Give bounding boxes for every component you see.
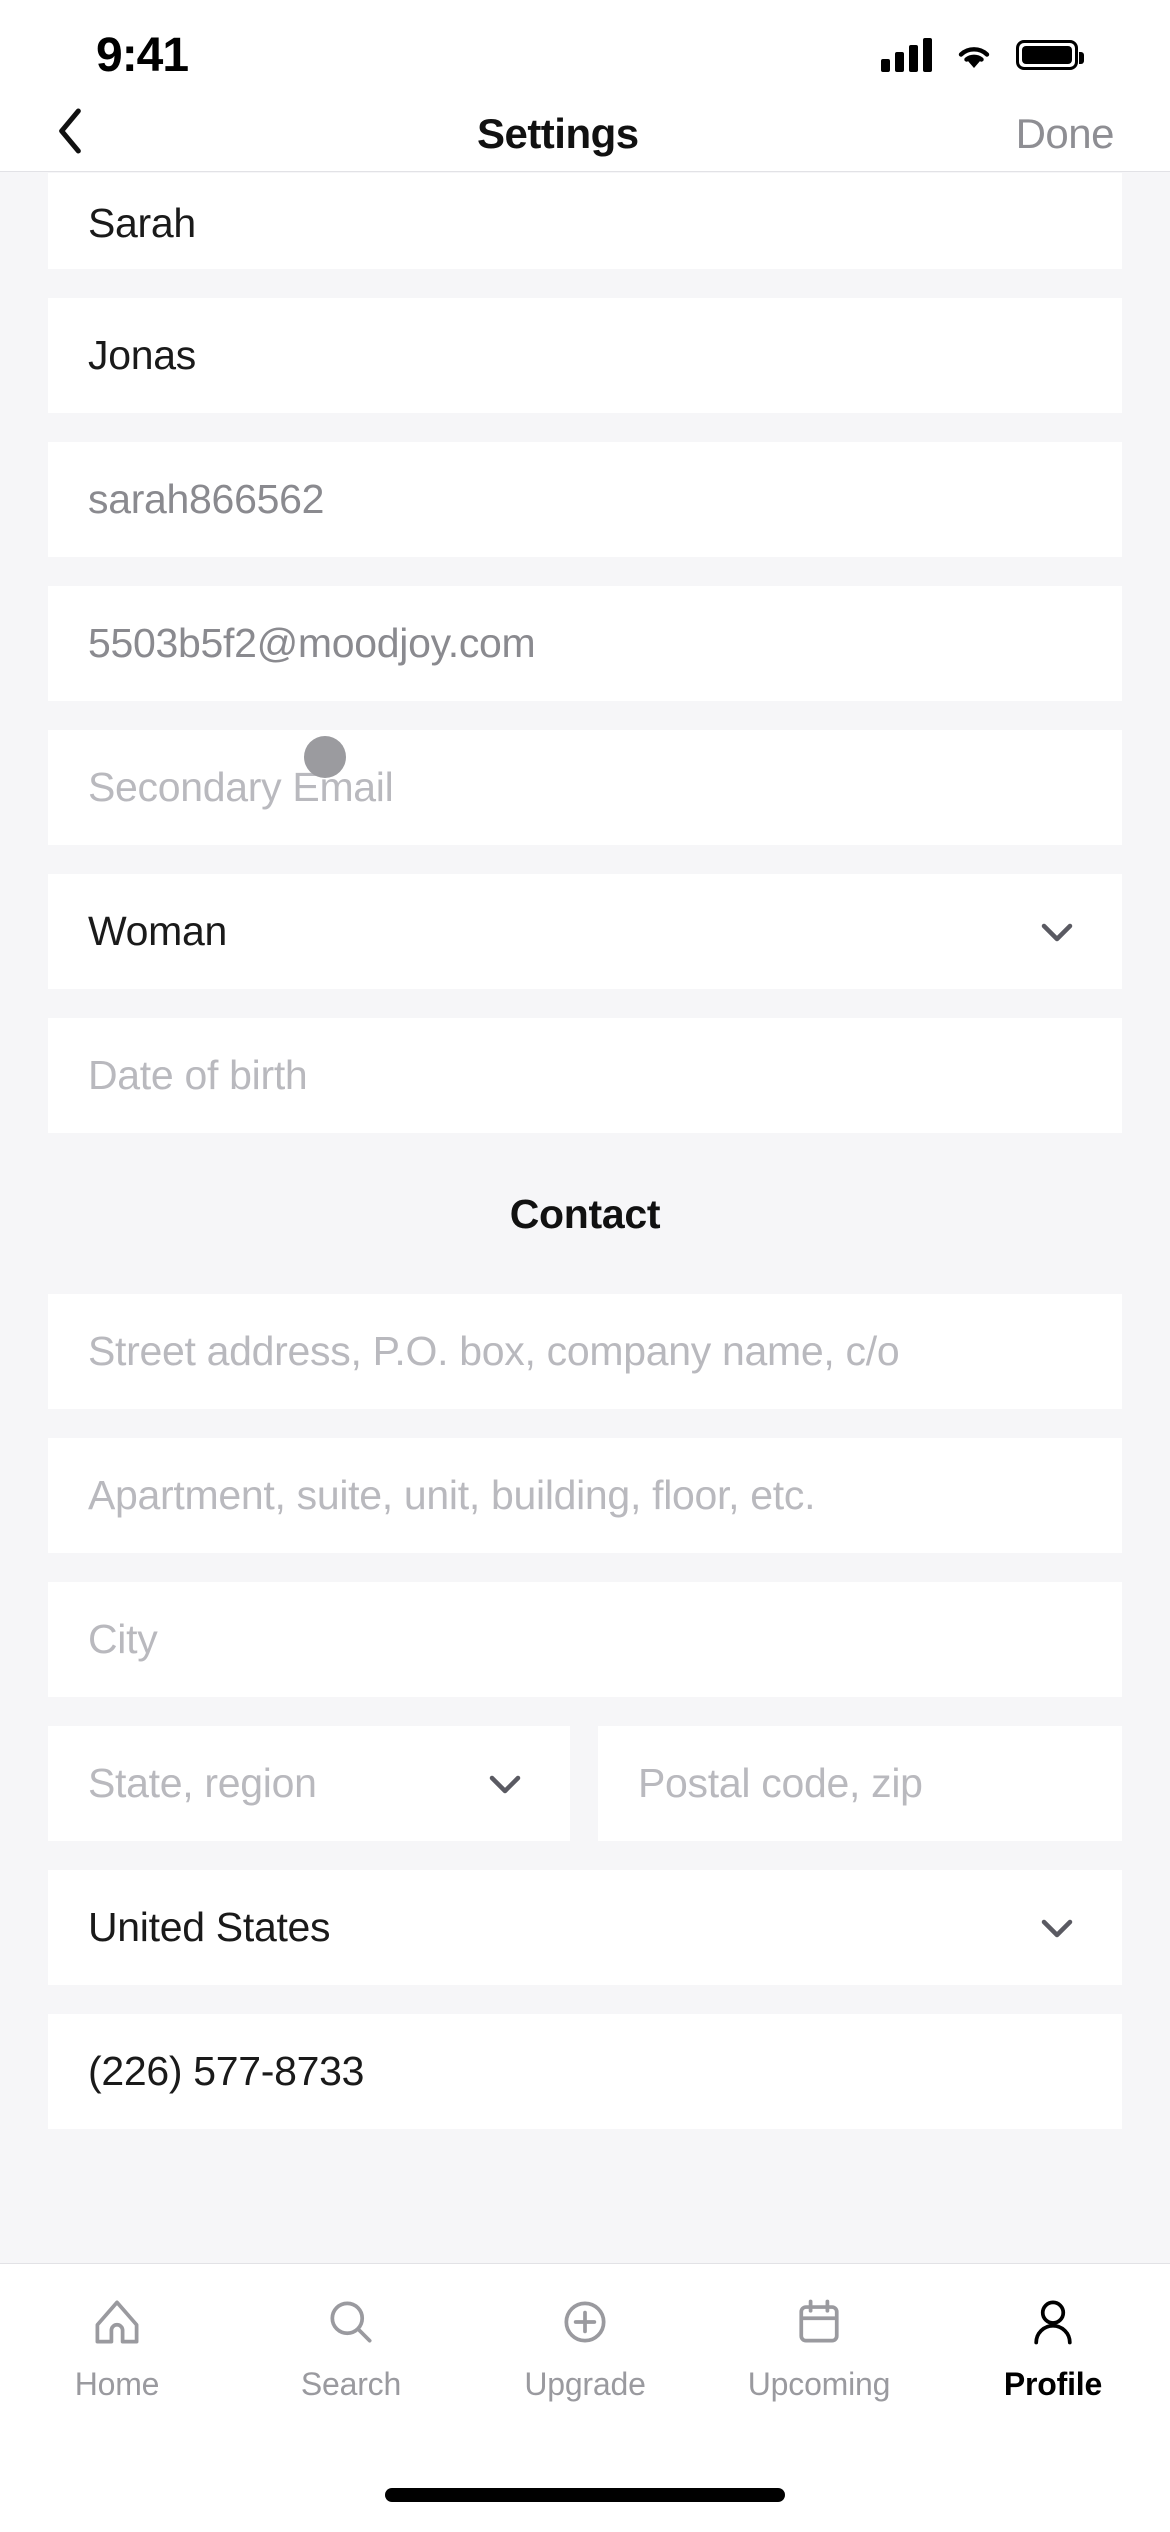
plus-circle-icon [555, 2292, 615, 2352]
tab-search-label: Search [300, 2366, 402, 2402]
state-region-placeholder: State, region [88, 1760, 317, 1806]
nav-bar: Settings Done [0, 96, 1170, 172]
tab-upgrade[interactable]: Upgrade [468, 2292, 702, 2403]
tab-search[interactable]: Search [234, 2292, 468, 2403]
chevron-down-icon [1036, 1907, 1078, 1949]
gender-select[interactable]: Woman [48, 874, 1122, 989]
first-name-field[interactable]: Sarah [48, 173, 1122, 269]
status-time: 9:41 [96, 28, 189, 82]
cellular-bars-icon [881, 38, 932, 72]
username-field[interactable]: sarah866562 [48, 442, 1122, 557]
date-of-birth-field[interactable]: Date of birth [48, 1018, 1122, 1133]
status-icons [881, 38, 1084, 72]
last-name-value: Jonas [88, 332, 196, 378]
postal-code-placeholder: Postal code, zip [638, 1760, 923, 1806]
status-bar: 9:41 [0, 0, 1170, 96]
calendar-icon [789, 2292, 849, 2352]
search-icon [321, 2292, 381, 2352]
tab-bar: Home Search Upgrade Upcoming Profile [0, 2263, 1170, 2532]
battery-full-icon [1016, 40, 1084, 70]
username-value: sarah866562 [88, 476, 325, 522]
postal-code-field[interactable]: Postal code, zip [598, 1726, 1122, 1841]
settings-scroll-area[interactable]: Sarah Jonas sarah866562 5503b5f2@moodjoy… [0, 173, 1170, 2263]
chevron-left-icon [55, 106, 85, 161]
phone-field[interactable]: (226) 577-8733 [48, 2014, 1122, 2129]
tab-home[interactable]: Home [0, 2292, 234, 2403]
country-value: United States [88, 1904, 331, 1950]
date-of-birth-placeholder: Date of birth [88, 1052, 308, 1098]
apartment-field[interactable]: Apartment, suite, unit, building, floor,… [48, 1438, 1122, 1553]
city-field[interactable]: City [48, 1582, 1122, 1697]
home-icon [87, 2292, 147, 2352]
touch-indicator [304, 736, 346, 778]
first-name-value: Sarah [88, 200, 196, 246]
email-field[interactable]: 5503b5f2@moodjoy.com [48, 586, 1122, 701]
country-select[interactable]: United States [48, 1870, 1122, 1985]
secondary-email-field[interactable]: Secondary Email [48, 730, 1122, 845]
person-icon [1023, 2292, 1083, 2352]
state-postal-row: State, region Postal code, zip [48, 1726, 1122, 1841]
chevron-down-icon [484, 1763, 526, 1805]
back-button[interactable] [40, 104, 100, 164]
city-placeholder: City [88, 1616, 158, 1662]
tab-upgrade-label: Upgrade [524, 2366, 646, 2402]
apartment-placeholder: Apartment, suite, unit, building, floor,… [88, 1472, 816, 1518]
phone-value: (226) 577-8733 [88, 2048, 365, 2094]
tab-upcoming[interactable]: Upcoming [702, 2292, 936, 2403]
tab-profile-label: Profile [1003, 2366, 1103, 2402]
contact-section-title: Contact [509, 1191, 661, 1237]
state-region-select[interactable]: State, region [48, 1726, 570, 1841]
street-address-placeholder: Street address, P.O. box, company name, … [88, 1328, 900, 1374]
secondary-email-placeholder: Secondary Email [88, 764, 394, 810]
page-title: Settings [476, 109, 639, 157]
done-button[interactable]: Done [1016, 110, 1115, 158]
last-name-field[interactable]: Jonas [48, 298, 1122, 413]
chevron-down-icon [1036, 911, 1078, 953]
phone-screen: 9:41 Settings Done Sarah Jonas sarah8665… [0, 0, 1170, 2532]
home-indicator [385, 2488, 785, 2502]
gender-value: Woman [88, 908, 228, 954]
tab-profile[interactable]: Profile [936, 2292, 1170, 2403]
tab-home-label: Home [74, 2366, 160, 2402]
tab-upcoming-label: Upcoming [747, 2366, 891, 2402]
wifi-icon [952, 39, 996, 71]
street-address-field[interactable]: Street address, P.O. box, company name, … [48, 1294, 1122, 1409]
email-value: 5503b5f2@moodjoy.com [88, 620, 536, 666]
